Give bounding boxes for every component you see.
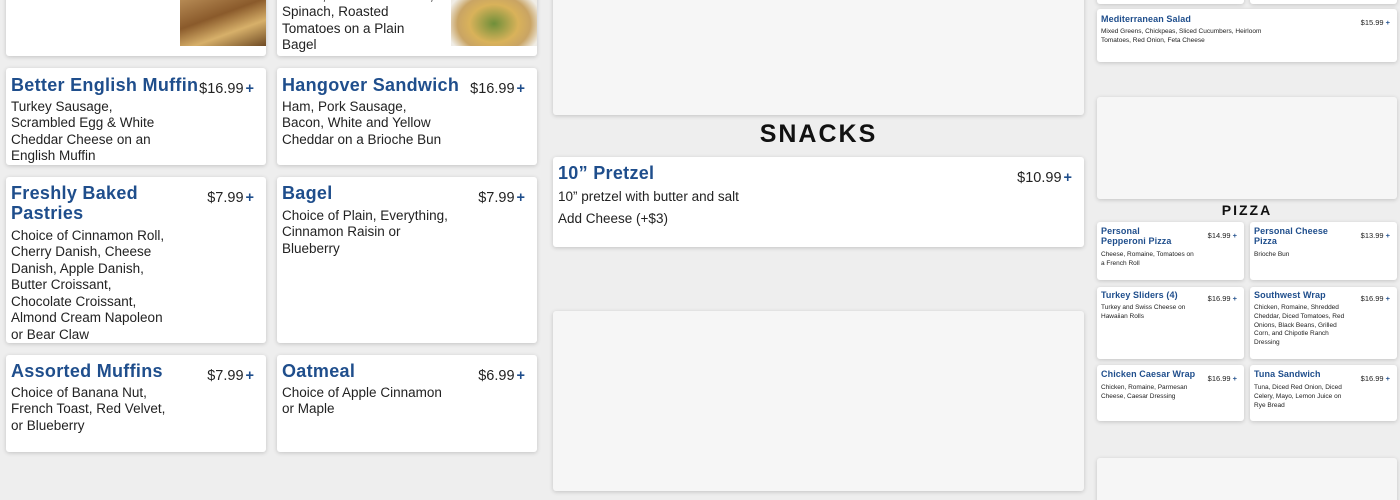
food-photo [451,0,537,46]
price-value: $16.99 [1360,294,1384,303]
item-description: Choice of Plain, Everything, Cinnamon Ra… [282,208,448,256]
food-photo [180,0,266,46]
menu-card[interactable]: Hangover Sandwich $16.99 + Ham, Pork Saus… [277,68,537,165]
item-title: Better English Muffin [11,75,199,95]
menu-card[interactable]: Mediterranean Salad $15.99 + Mixed Greens… [1097,9,1397,62]
price-value: $6.99 [478,368,515,384]
add-icon[interactable]: + [1386,374,1390,383]
add-icon[interactable]: + [1233,294,1237,303]
item-description: 10” pretzel with butter and salt [558,189,739,204]
item-title: Oatmeal [282,361,356,381]
menu-card-partial[interactable] [1250,0,1397,4]
item-title: Turkey Sliders (4) [1101,290,1178,300]
add-icon[interactable]: + [246,81,254,97]
item-description: Turkey Sausage, Scrambled Egg & White Ch… [11,99,155,164]
price-value: $7.99 [478,190,515,206]
price-value: $16.99 [1207,294,1231,303]
item-title: Personal Cheese Pizza [1254,226,1329,247]
section-title: PIZZA [1221,202,1273,218]
item-title: Mediterranean Salad [1101,14,1191,24]
menu-card[interactable]: Better English Muffin $16.99 + Turkey Sau… [6,68,266,165]
item-description: Choice of Apple Cinnamon or Maple [282,385,442,417]
price-value: $10.99 [1017,170,1062,186]
item-price: $7.99 + [207,190,254,206]
item-description: Choice of Banana Nut, French Toast, Red … [11,385,166,433]
menu-card[interactable]: Bagel $7.99 + Choice of Plain, Everything… [277,177,537,343]
item-title: Personal Pepperoni Pizza [1101,226,1172,247]
add-icon[interactable]: + [246,368,254,384]
empty-card [553,311,1084,491]
add-icon[interactable]: + [1233,231,1237,240]
item-addon[interactable]: Add Cheese (+$3) [558,211,668,227]
add-icon[interactable]: + [1233,374,1237,383]
empty-card [1097,97,1397,199]
price-value: $16.99 [199,81,244,97]
menu-card[interactable]: 10” Pretzel $10.99 + 10” pretzel with but… [553,157,1084,247]
add-icon[interactable]: + [517,190,525,206]
item-title: Hangover Sandwich [282,75,460,95]
item-title: Freshly Baked Pastries [11,183,138,224]
item-description: Chicken, Romaine, Parmesan Cheese, Caesa… [1101,384,1188,400]
item-description: Tuna, Diced Red Onion, Diced Celery, May… [1254,384,1342,409]
item-description: Choice of Cinnamon Roll, Cherry Danish, … [11,228,165,342]
item-price: $16.99 + [1361,374,1390,383]
price-value: $16.99 [1207,374,1231,383]
price-value: $7.99 [207,190,244,206]
price-value: $15.99 [1360,18,1384,27]
add-icon[interactable]: + [517,368,525,384]
item-title: 10” Pretzel [558,163,655,183]
item-price: $16.99 + [1208,374,1237,383]
add-icon[interactable]: + [1064,170,1072,186]
item-price: $16.99 + [1361,294,1390,303]
menu-card[interactable]: Personal Cheese Pizza $13.99 + Brioche Bu… [1250,222,1397,280]
menu-card[interactable]: Personal Pepperoni Pizza $14.99 + Cheese,… [1097,222,1244,280]
price-value: $7.99 [207,368,244,384]
item-description: Turkey and Swiss Cheese on Hawaiian Roll… [1101,304,1186,320]
item-price: $13.99 + [1361,231,1390,240]
item-description: Ham, Pork Sausage, Bacon, White and Yell… [282,99,442,147]
add-icon[interactable]: + [1386,231,1390,240]
menu-card[interactable]: Turkey Sliders (4) $16.99 + Turkey and Sw… [1097,287,1244,359]
item-title: Assorted Muffins [11,361,163,381]
item-title: Tuna Sandwich [1254,369,1321,379]
section-title: SNACKS [759,120,878,148]
menu-card[interactable]: Freshly Baked Pastries $7.99 + Choice of … [6,177,266,343]
item-title: Chicken Caesar Wrap [1101,369,1196,379]
menu-card[interactable]: Chicken Caesar Wrap $16.99 + Chicken, Rom… [1097,365,1244,421]
menu-card[interactable]: Tuna Sandwich $16.99 + Tuna, Diced Red On… [1250,365,1397,421]
price-value: $13.99 [1360,231,1384,240]
menu-card[interactable]: Assorted Muffins $7.99 + Choice of Banana… [6,355,266,452]
item-price: $16.99 + [1208,294,1237,303]
item-description: Cheese, Romaine, Tomatoes on a French Ro… [1101,251,1194,267]
item-price: $7.99 + [207,368,254,384]
item-price: $10.99 + [1017,170,1072,186]
price-value: $16.99 [470,81,515,97]
item-title: Bagel [282,183,333,203]
item-price: $7.99 + [478,190,525,206]
add-icon[interactable]: + [1386,18,1390,27]
add-icon[interactable]: + [1386,294,1390,303]
item-description: Mixed Greens, Chickpeas, Sliced Cucumber… [1101,28,1262,44]
item-description: Chicken, Romaine, Shredded Cheddar, Dice… [1254,304,1345,347]
add-icon[interactable]: + [517,81,525,97]
item-description: Gouda, Canadian Bacon, Spinach, Roasted … [282,0,434,53]
item-price: $14.99 + [1208,231,1237,240]
menu-card[interactable]: Oatmeal $6.99 + Choice of Apple Cinnamon … [277,355,537,452]
empty-card [1097,458,1397,500]
menu-card-partial[interactable]: Gouda, Canadian Bacon, Spinach, Roasted … [277,0,537,56]
price-value: $16.99 [1360,374,1384,383]
add-icon[interactable]: + [246,190,254,206]
item-price: $16.99 + [470,81,525,97]
menu-card[interactable]: Southwest Wrap $16.99 + Chicken, Romaine,… [1250,287,1397,359]
empty-card [553,0,1084,115]
item-price: $6.99 + [478,368,525,384]
menu-card-partial[interactable] [6,0,266,56]
menu-card-partial[interactable] [1097,0,1244,4]
price-value: $14.99 [1207,231,1231,240]
item-title: Southwest Wrap [1254,290,1326,300]
item-description: Brioche Bun [1254,251,1290,258]
item-price: $16.99 + [199,81,254,97]
item-price: $15.99 + [1361,18,1390,27]
